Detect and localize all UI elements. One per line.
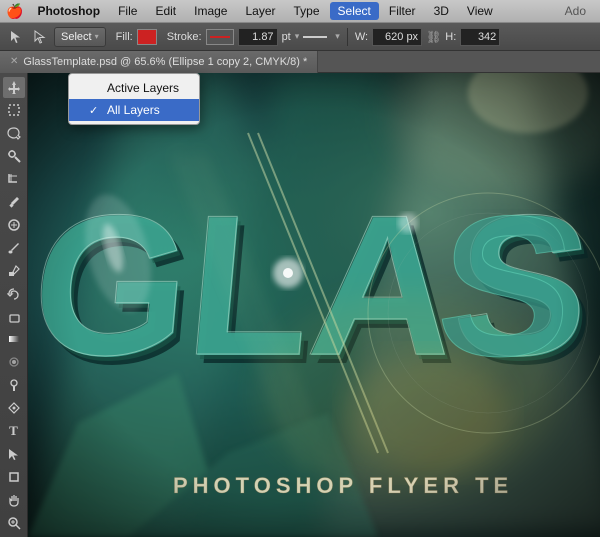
menu-item-image[interactable]: Image (186, 2, 235, 20)
active-layers-label: Active Layers (107, 81, 179, 95)
all-layers-label: All Layers (107, 103, 160, 117)
dropdown-arrow-icon: ▾ (95, 32, 99, 41)
healing-brush-tool[interactable] (3, 214, 25, 235)
link-wh-icon[interactable]: ⛓ (426, 30, 441, 44)
direct-select-tool-btn[interactable] (30, 28, 50, 46)
width-input[interactable] (372, 28, 422, 46)
toolbar: Select ▾ Active Layers ✓ All Layers Fill… (0, 23, 600, 51)
menu-item-app[interactable]: Photoshop (29, 2, 108, 20)
toolbox: T (0, 73, 28, 537)
menu-item-layer[interactable]: Layer (237, 2, 283, 20)
dodge-tool[interactable] (3, 375, 25, 396)
type-tool[interactable]: T (3, 421, 25, 442)
crop-tool[interactable] (3, 169, 25, 190)
rect-marquee-tool[interactable] (3, 100, 25, 121)
layer-select-dropdown[interactable]: Select ▾ (54, 27, 106, 47)
pointer-tool-btn[interactable] (6, 28, 26, 46)
stroke-dropdown-arrow[interactable]: ▾ (295, 31, 300, 42)
stroke-unit-label: pt (282, 31, 291, 43)
select-dropdown-label: Select (61, 31, 92, 43)
stroke-line-icon (210, 36, 230, 38)
fill-area: Fill: (116, 29, 157, 45)
stroke-size-input[interactable] (238, 28, 278, 46)
height-input[interactable] (460, 28, 500, 46)
checkmark-all-layers: ✓ (89, 104, 103, 117)
menu-item-filter[interactable]: Filter (381, 2, 424, 20)
canvas-content: GLAS GLAS GLAS GLAS GLAS (28, 73, 600, 537)
menu-item-file[interactable]: File (110, 2, 145, 20)
tab-title: GlassTemplate.psd @ 65.6% (Ellipse 1 cop… (23, 56, 307, 68)
move-tool[interactable] (3, 77, 25, 98)
menu-item-view[interactable]: View (459, 2, 501, 20)
stroke-label: Stroke: (167, 31, 202, 43)
zoom-tool[interactable] (3, 512, 25, 533)
eyedropper-tool[interactable] (3, 192, 25, 213)
shape-tool[interactable] (3, 466, 25, 487)
height-label: H: (445, 31, 456, 43)
menu-item-ado: Ado (557, 2, 594, 20)
eraser-tool[interactable] (3, 306, 25, 327)
fill-color-swatch[interactable] (137, 29, 157, 45)
magic-wand-tool[interactable] (3, 146, 25, 167)
dropdown-item-all-layers[interactable]: ✓ All Layers (69, 99, 199, 121)
history-brush-tool[interactable] (3, 283, 25, 304)
toolbar-separator (347, 28, 348, 46)
menu-item-type[interactable]: Type (286, 2, 328, 20)
menu-item-select[interactable]: Select (330, 2, 379, 20)
path-select-tool[interactable] (3, 444, 25, 465)
brush-tool[interactable] (3, 237, 25, 258)
gradient-tool[interactable] (3, 329, 25, 350)
canvas-area: GLAS GLAS GLAS GLAS GLAS (28, 73, 600, 537)
lasso-tool[interactable] (3, 123, 25, 144)
main-area: T (0, 73, 600, 537)
clone-stamp-tool[interactable] (3, 260, 25, 281)
blur-tool[interactable] (3, 352, 25, 373)
tabbar: ✕ GlassTemplate.psd @ 65.6% (Ellipse 1 c… (0, 51, 600, 73)
width-label: W: (355, 31, 368, 43)
tab-close-icon[interactable]: ✕ (10, 56, 18, 67)
stroke-style-arrow[interactable]: ▾ (335, 31, 340, 42)
stroke-preview-swatch[interactable] (206, 29, 234, 45)
hand-tool[interactable] (3, 489, 25, 510)
menu-item-edit[interactable]: Edit (147, 2, 184, 20)
layers-dropdown-menu: Active Layers ✓ All Layers (68, 73, 200, 125)
menu-item-3d[interactable]: 3D (426, 2, 457, 20)
menubar: 🍎 Photoshop File Edit Image Layer Type S… (0, 0, 600, 23)
apple-menu[interactable]: 🍎 (6, 3, 23, 20)
stroke-area: Stroke: pt ▾ ▾ (167, 28, 340, 46)
stroke-style-selector[interactable] (303, 35, 327, 39)
pen-tool[interactable] (3, 398, 25, 419)
fill-label: Fill: (116, 31, 133, 43)
document-tab[interactable]: ✕ GlassTemplate.psd @ 65.6% (Ellipse 1 c… (0, 51, 318, 73)
dropdown-item-active-layers[interactable]: Active Layers (69, 77, 199, 99)
